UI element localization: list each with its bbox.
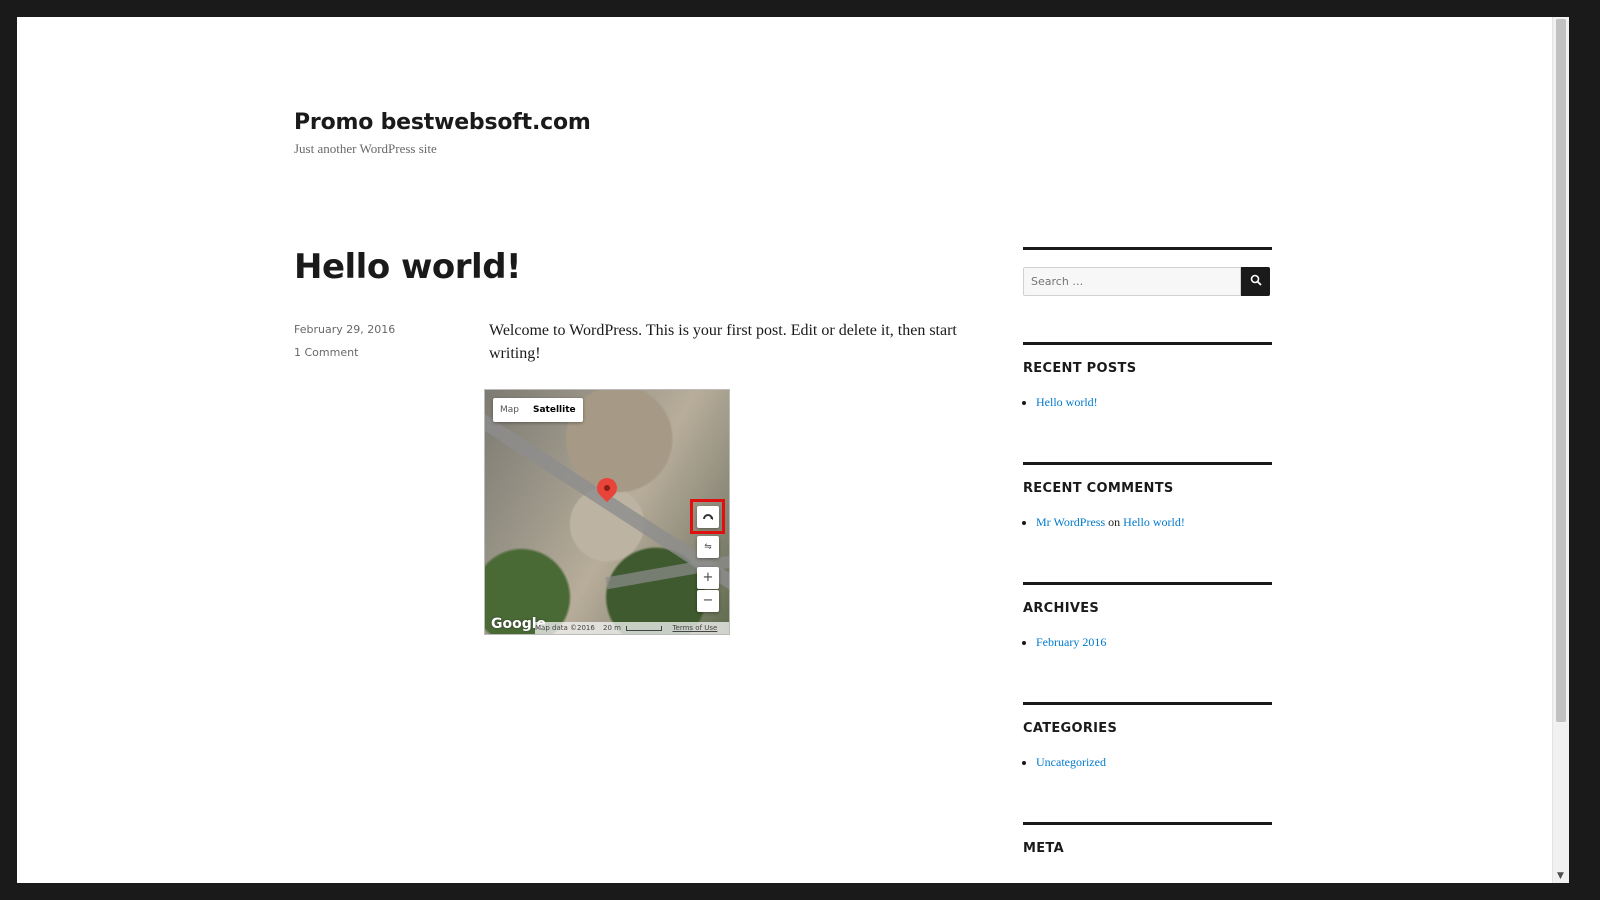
site-title[interactable]: Promo bestwebsoft.com [294, 108, 591, 138]
list-item: February 2016 [1036, 634, 1272, 650]
recent-post-link[interactable]: Hello world! [1036, 395, 1098, 409]
recent-comments-widget: RECENT COMMENTS Mr WordPress on Hello wo… [1023, 462, 1272, 530]
categories-widget: CATEGORIES Uncategorized [1023, 702, 1272, 770]
post-title[interactable]: Hello world! [294, 245, 522, 289]
recent-posts-widget: RECENT POSTS Hello world! [1023, 342, 1272, 410]
post-content: Welcome to WordPress. This is your first… [489, 322, 957, 362]
google-map-embed[interactable]: Map Satellite ⇋ + − Google Map data ©201… [484, 389, 730, 635]
archive-link[interactable]: February 2016 [1036, 635, 1106, 649]
comment-connector-text: on [1108, 515, 1121, 529]
widget-divider [1023, 247, 1272, 250]
widget-divider [1023, 702, 1272, 705]
search-input[interactable] [1023, 267, 1241, 296]
post-date-link[interactable]: February 29, 2016 [294, 323, 395, 336]
map-scale-text: 20 m [603, 624, 621, 632]
scrollbar-thumb[interactable] [1556, 19, 1566, 722]
widget-title-recent-posts: RECENT POSTS [1023, 361, 1137, 376]
widget-divider [1023, 822, 1272, 825]
site-description: Just another WordPress site [294, 141, 437, 156]
tilt-icon[interactable]: ⇋ [697, 536, 719, 558]
list-item: Uncategorized [1036, 754, 1272, 770]
widget-title-categories: CATEGORIES [1023, 721, 1118, 736]
map-terms-link[interactable]: Terms of Use [672, 624, 717, 632]
highlight-box [690, 499, 725, 534]
recent-posts-list: Hello world! [1023, 394, 1272, 410]
widget-title-meta: META [1023, 841, 1064, 856]
zoom-out-button[interactable]: − [697, 590, 719, 612]
recent-comments-list: Mr WordPress on Hello world! [1023, 514, 1272, 530]
widget-title-archives: ARCHIVES [1023, 601, 1100, 616]
post-comments-link[interactable]: 1 Comment [294, 346, 358, 359]
search-form [1023, 267, 1272, 296]
map-type-control: Map Satellite [493, 398, 583, 422]
comment-post-link[interactable]: Hello world! [1123, 515, 1185, 529]
search-button[interactable] [1241, 267, 1270, 296]
archives-widget: ARCHIVES February 2016 [1023, 582, 1272, 650]
widget-divider [1023, 462, 1272, 465]
widget-divider [1023, 342, 1272, 345]
map-footer: Google Map data ©2016 20 m Terms of Use [485, 616, 729, 634]
browser-viewport: Promo bestwebsoft.com Just another WordP… [17, 17, 1569, 883]
list-item: Hello world! [1036, 394, 1272, 410]
map-type-satellite-button[interactable]: Satellite [526, 398, 583, 422]
meta-widget: META [1023, 822, 1272, 856]
list-item: Mr WordPress on Hello world! [1036, 514, 1272, 530]
categories-list: Uncategorized [1023, 754, 1272, 770]
search-widget [1023, 247, 1272, 296]
map-type-map-button[interactable]: Map [493, 398, 526, 422]
zoom-in-button[interactable]: + [697, 567, 719, 589]
scroll-down-arrow-icon[interactable]: ▼ [1557, 871, 1564, 881]
vertical-scrollbar[interactable]: ▼ [1552, 17, 1569, 883]
category-link[interactable]: Uncategorized [1036, 755, 1106, 769]
search-icon [1250, 274, 1262, 286]
comment-author-link[interactable]: Mr WordPress [1036, 515, 1105, 529]
map-data-text: Map data ©2016 [535, 624, 595, 632]
widget-title-recent-comments: RECENT COMMENTS [1023, 481, 1174, 496]
map-marker-icon[interactable] [592, 473, 622, 503]
map-attribution-bar: Map data ©2016 20 m Terms of Use [535, 622, 729, 634]
widget-divider [1023, 582, 1272, 585]
map-scale-bar [626, 625, 663, 631]
archives-list: February 2016 [1023, 634, 1272, 650]
